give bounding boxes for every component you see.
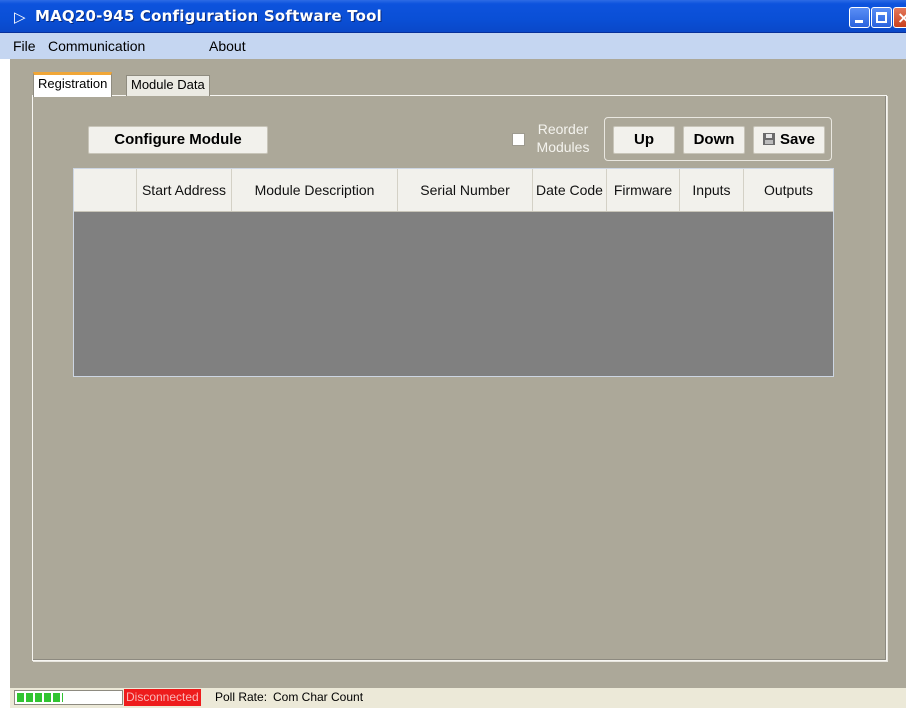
column-header-start-address[interactable]: Start Address [137,169,232,211]
tab-registration[interactable]: Registration [33,72,113,97]
menu-bar: File Communication About [0,33,906,59]
save-button-label: Save [779,131,816,148]
reorder-modules-checkbox[interactable] [512,133,525,146]
column-header-date-code[interactable]: Date Code [533,169,607,211]
com-char-count-label: Com Char Count [273,690,364,704]
title-bar: ▷ MAQ20-945 Configuration Software Tool … [0,0,906,33]
close-icon: × [897,8,906,27]
grid-header: Start Address Module Description Serial … [74,169,833,212]
tab-module-data[interactable]: Module Data [126,75,210,96]
poll-rate-label: Poll Rate: [215,690,268,704]
progress-fill [17,693,63,702]
configure-module-button[interactable]: Configure Module [88,126,268,154]
column-header-select[interactable] [74,169,137,211]
app-logo-icon: ▷ [14,8,26,26]
column-header-outputs[interactable]: Outputs [744,169,833,211]
floppy-disk-icon [762,133,775,145]
menu-file[interactable]: File [13,38,36,54]
column-header-serial-number[interactable]: Serial Number [398,169,533,211]
column-header-module-description[interactable]: Module Description [232,169,398,211]
down-button[interactable]: Down [683,126,745,154]
window-title: MAQ20-945 Configuration Software Tool [35,7,383,25]
save-button[interactable]: Save [753,126,825,154]
close-button[interactable]: × [893,7,906,28]
communication-progress-bar [14,690,123,705]
minimize-button[interactable] [849,7,870,28]
column-header-firmware[interactable]: Firmware [607,169,680,211]
connection-status-badge: Disconnected [124,689,201,706]
module-grid[interactable]: Start Address Module Description Serial … [73,168,834,377]
maximize-button[interactable] [871,7,892,28]
column-header-inputs[interactable]: Inputs [680,169,744,211]
maximize-icon [876,12,887,23]
up-button[interactable]: Up [613,126,675,154]
minimize-icon [855,20,863,23]
menu-communication[interactable]: Communication [48,38,145,54]
reorder-modules-label: Reorder Modules [536,121,590,155]
menu-about[interactable]: About [209,38,246,54]
